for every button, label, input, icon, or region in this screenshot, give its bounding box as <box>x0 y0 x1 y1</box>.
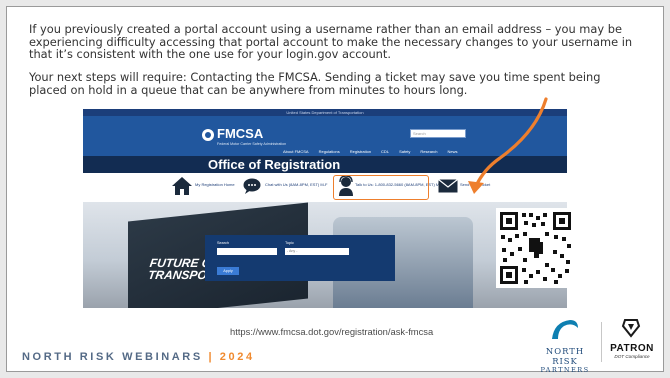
footer-brand-text: NORTH RISK WEBINARS <box>22 351 203 363</box>
site-logo[interactable]: FMCSA <box>217 126 263 141</box>
gov-banner: United States Department of Transportati… <box>83 109 567 116</box>
site-header: FMCSA Federal Motor Carrier Safety Admin… <box>83 116 567 156</box>
footer-year: 2024 <box>219 351 255 363</box>
search-label: Search <box>217 241 230 245</box>
topic-select[interactable]: - Any - <box>285 248 349 255</box>
ask-fmcsa-url[interactable]: https://www.fmcsa.dot.gov/registration/a… <box>230 326 433 337</box>
contact-links-bar: My Registration Home Chat with Us (8AM-8… <box>83 173 567 202</box>
fmcsa-logo-icon <box>202 129 214 141</box>
nrp-emblem-icon <box>552 320 578 339</box>
envelope-icon[interactable] <box>438 179 458 193</box>
qr-code <box>496 208 575 288</box>
fmcsa-website-screenshot: United States Department of Transportati… <box>83 109 567 308</box>
nav-item[interactable]: Safety <box>399 149 410 154</box>
apply-button[interactable]: Apply <box>217 267 239 275</box>
hero-banner: FUTURE OF TRANSPORTATION Search Topic - … <box>83 202 567 308</box>
nav-item[interactable]: News <box>448 149 458 154</box>
footer-separator: | <box>208 351 215 363</box>
nav-item[interactable]: Registration <box>350 149 371 154</box>
patron-emblem-icon <box>621 319 641 338</box>
nrp-logo-line2: PARTNERS <box>540 366 590 374</box>
footer-brand: NORTH RISK WEBINARS | 2024 <box>22 351 255 363</box>
chat-link[interactable]: Chat with Us (8AM-8PM, EST) M-F <box>265 182 327 187</box>
logo-divider <box>601 322 602 362</box>
nrp-logo-line1: NORTH RISK <box>545 346 585 366</box>
send-ticket-link[interactable]: Send Us a Ticket <box>460 182 490 187</box>
site-nav: About FMCSA Regulations Registration CDL… <box>283 149 458 154</box>
patron-logo: PATRON DOT Compliance <box>607 318 657 366</box>
patron-subtitle: DOT Compliance <box>614 354 650 359</box>
home-icon[interactable] <box>171 176 193 196</box>
nav-item[interactable]: CDL <box>381 149 389 154</box>
chat-icon[interactable] <box>243 178 263 195</box>
registration-home-link[interactable]: My Registration Home <box>195 182 235 187</box>
search-input[interactable] <box>217 248 277 255</box>
nav-item[interactable]: Research <box>420 149 437 154</box>
site-logo-subtitle: Federal Motor Carrier Safety Administrat… <box>217 142 287 146</box>
intro-paragraph: If you previously created a portal accou… <box>29 22 633 62</box>
page-title: Office of Registration <box>208 157 341 172</box>
next-steps-paragraph: Your next steps will require: Contacting… <box>29 70 601 97</box>
search-form: Search Topic - Any - Apply <box>205 235 395 281</box>
nav-item[interactable]: About FMCSA <box>283 149 309 154</box>
patron-wordmark: PATRON <box>610 343 654 354</box>
talk-to-us-highlight <box>333 175 429 200</box>
site-search-input[interactable]: Search <box>410 129 466 138</box>
topic-label: Topic <box>285 241 294 245</box>
page-title-bar: Office of Registration <box>83 156 567 173</box>
nav-item[interactable]: Regulations <box>319 149 340 154</box>
north-risk-partners-logo: NORTH RISK PARTNERS <box>532 318 598 374</box>
